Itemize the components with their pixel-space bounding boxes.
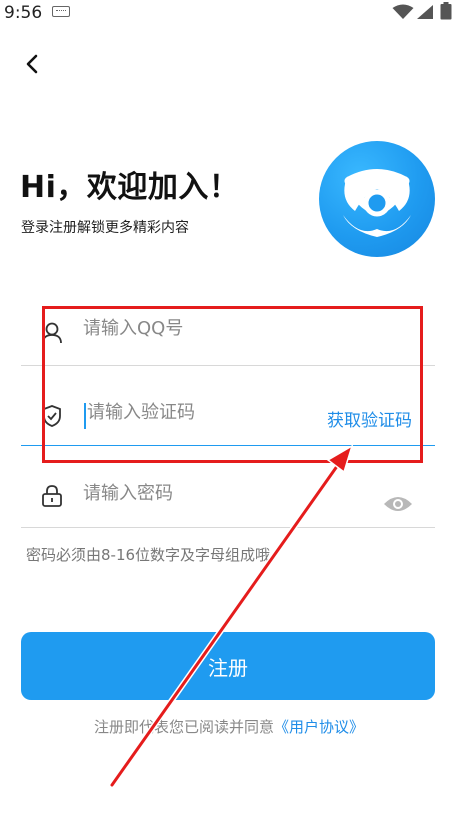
back-button[interactable] [18, 50, 46, 78]
user-agreement-link[interactable]: 《用户协议》 [274, 718, 364, 736]
agreement-prefix: 注册即代表您已阅读并同意 [93, 718, 274, 736]
keyboard-icon [52, 6, 70, 17]
battery-icon [440, 2, 452, 20]
app-logo [319, 141, 435, 257]
annotation-highlight-box [42, 306, 423, 463]
page-title: Hi，欢迎加入！ [20, 170, 240, 205]
eye-icon[interactable] [383, 494, 413, 514]
atom-logo-icon [343, 169, 411, 237]
lock-icon [42, 485, 62, 507]
agreement-text: 注册即代表您已阅读并同意《用户协议》 [0, 716, 458, 737]
signal-icon [417, 5, 433, 19]
chevron-left-icon [26, 54, 38, 74]
register-button[interactable]: 注册 [21, 632, 435, 700]
status-time: 9:56 [4, 3, 43, 23]
password-divider [21, 527, 435, 528]
password-hint: 密码必须由8-16位数字及字母组成哦 [26, 546, 271, 564]
wifi-icon [392, 4, 414, 19]
password-input[interactable] [83, 483, 303, 504]
page-subtitle: 登录注册解锁更多精彩内容 [21, 220, 189, 236]
